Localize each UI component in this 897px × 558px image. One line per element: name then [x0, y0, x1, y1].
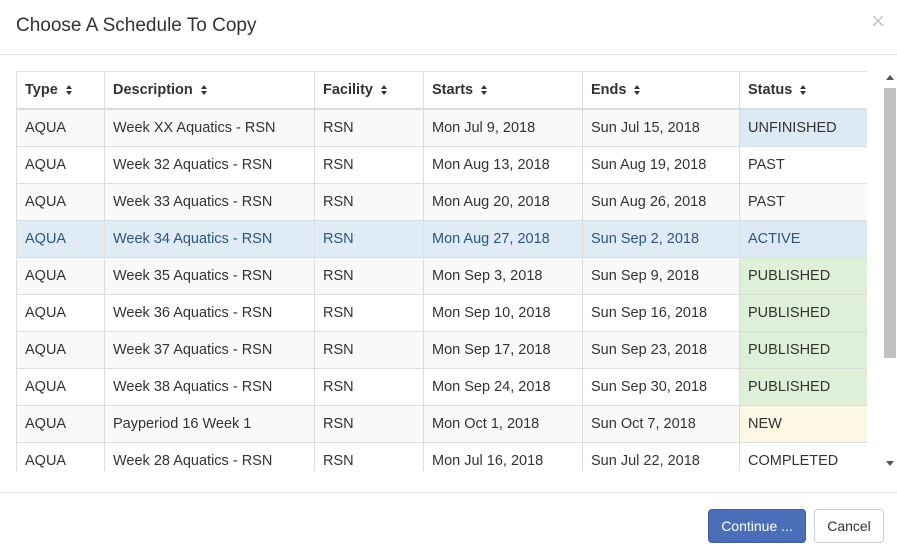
- cell-description: Payperiod 16 Week 1: [104, 405, 315, 443]
- sort-icon: [634, 85, 641, 96]
- cell-ends: Sun Sep 9, 2018: [582, 257, 740, 295]
- cell-description: Week 32 Aquatics - RSN: [104, 146, 315, 184]
- cell-description: Week 37 Aquatics - RSN: [104, 331, 315, 369]
- cell-starts: Mon Aug 13, 2018: [423, 146, 583, 184]
- sort-icon: [65, 85, 72, 96]
- cell-facility: RSN: [314, 368, 424, 406]
- table-row[interactable]: AQUA Week XX Aquatics - RSN RSN Mon Jul …: [16, 108, 867, 147]
- cell-facility: RSN: [314, 108, 424, 147]
- sort-icon: [481, 85, 488, 96]
- cell-description: Week 38 Aquatics - RSN: [104, 368, 315, 406]
- cell-facility: RSN: [314, 331, 424, 369]
- cell-starts: Mon Oct 1, 2018: [423, 405, 583, 443]
- cell-description: Week 33 Aquatics - RSN: [104, 183, 315, 221]
- table-row[interactable]: AQUA Payperiod 16 Week 1 RSN Mon Oct 1, …: [16, 405, 867, 443]
- cell-ends: Sun Sep 2, 2018: [582, 220, 740, 258]
- scroll-up-icon[interactable]: [886, 75, 894, 80]
- cell-starts: Mon Sep 17, 2018: [423, 331, 583, 369]
- sort-icon: [380, 85, 387, 96]
- cell-status: COMPLETED: [739, 442, 867, 471]
- table-row[interactable]: AQUA Week 36 Aquatics - RSN RSN Mon Sep …: [16, 294, 867, 332]
- cell-facility: RSN: [314, 442, 424, 471]
- cell-starts: Mon Sep 24, 2018: [423, 368, 583, 406]
- copy-schedule-modal: Choose A Schedule To Copy × Type Descrip…: [0, 0, 897, 558]
- cell-type: AQUA: [16, 442, 105, 471]
- cell-starts: Mon Aug 20, 2018: [423, 183, 583, 221]
- cell-starts: Mon Sep 3, 2018: [423, 257, 583, 295]
- cell-ends: Sun Jul 15, 2018: [582, 108, 740, 147]
- cell-status: PUBLISHED: [739, 331, 867, 369]
- column-header-status[interactable]: Status: [739, 71, 867, 110]
- cell-type: AQUA: [16, 257, 105, 295]
- cell-description: Week 34 Aquatics - RSN: [104, 220, 315, 258]
- scroll-down-icon[interactable]: [886, 461, 894, 466]
- cell-type: AQUA: [16, 368, 105, 406]
- cell-ends: Sun Aug 19, 2018: [582, 146, 740, 184]
- cell-type: AQUA: [16, 405, 105, 443]
- cell-description: Week 28 Aquatics - RSN: [104, 442, 315, 471]
- table-row[interactable]: AQUA Week 32 Aquatics - RSN RSN Mon Aug …: [16, 146, 867, 184]
- cell-facility: RSN: [314, 183, 424, 221]
- table-header-row: Type Description Facility Starts Ends St…: [16, 71, 867, 110]
- table-row[interactable]: AQUA Week 38 Aquatics - RSN RSN Mon Sep …: [16, 368, 867, 406]
- schedule-table: Type Description Facility Starts Ends St…: [16, 71, 867, 471]
- cell-description: Week 35 Aquatics - RSN: [104, 257, 315, 295]
- cell-description: Week 36 Aquatics - RSN: [104, 294, 315, 332]
- cell-ends: Sun Sep 30, 2018: [582, 368, 740, 406]
- column-header-ends[interactable]: Ends: [582, 71, 740, 110]
- cell-status: PAST: [739, 183, 867, 221]
- cell-status: PUBLISHED: [739, 294, 867, 332]
- cell-starts: Mon Jul 16, 2018: [423, 442, 583, 471]
- cell-status: PUBLISHED: [739, 257, 867, 295]
- cancel-button[interactable]: Cancel: [814, 509, 884, 543]
- cell-type: AQUA: [16, 331, 105, 369]
- cell-starts: Mon Sep 10, 2018: [423, 294, 583, 332]
- cell-ends: Sun Sep 16, 2018: [582, 294, 740, 332]
- column-header-facility[interactable]: Facility: [314, 71, 424, 110]
- cell-type: AQUA: [16, 220, 105, 258]
- modal-footer: Continue ... Cancel: [0, 492, 897, 558]
- column-header-type[interactable]: Type: [16, 71, 105, 110]
- modal-header: Choose A Schedule To Copy ×: [0, 0, 897, 55]
- cell-facility: RSN: [314, 257, 424, 295]
- cell-status: ACTIVE: [739, 220, 867, 258]
- continue-button[interactable]: Continue ...: [708, 509, 806, 543]
- cell-type: AQUA: [16, 108, 105, 147]
- schedule-table-container: Type Description Facility Starts Ends St…: [16, 71, 867, 471]
- column-header-starts[interactable]: Starts: [423, 71, 583, 110]
- table-row[interactable]: AQUA Week 33 Aquatics - RSN RSN Mon Aug …: [16, 183, 867, 221]
- table-scrollbar[interactable]: [882, 71, 897, 471]
- cell-status: PAST: [739, 146, 867, 184]
- table-row[interactable]: AQUA Week 37 Aquatics - RSN RSN Mon Sep …: [16, 331, 867, 369]
- cell-ends: Sun Oct 7, 2018: [582, 405, 740, 443]
- cell-facility: RSN: [314, 405, 424, 443]
- cell-starts: Mon Aug 27, 2018: [423, 220, 583, 258]
- close-icon[interactable]: ×: [871, 10, 885, 34]
- cell-type: AQUA: [16, 146, 105, 184]
- sort-icon: [800, 85, 807, 96]
- column-header-description[interactable]: Description: [104, 71, 315, 110]
- cell-ends: Sun Jul 22, 2018: [582, 442, 740, 471]
- cell-status: NEW: [739, 405, 867, 443]
- cell-status: PUBLISHED: [739, 368, 867, 406]
- modal-title: Choose A Schedule To Copy: [16, 15, 257, 36]
- sort-icon: [200, 85, 207, 96]
- table-row[interactable]: AQUA Week 28 Aquatics - RSN RSN Mon Jul …: [16, 442, 867, 471]
- cell-facility: RSN: [314, 146, 424, 184]
- table-row[interactable]: AQUA Week 35 Aquatics - RSN RSN Mon Sep …: [16, 257, 867, 295]
- cell-ends: Sun Sep 23, 2018: [582, 331, 740, 369]
- cell-status: UNFINISHED: [739, 108, 867, 147]
- cell-type: AQUA: [16, 294, 105, 332]
- cell-starts: Mon Jul 9, 2018: [423, 108, 583, 147]
- cell-ends: Sun Aug 26, 2018: [582, 183, 740, 221]
- cell-type: AQUA: [16, 183, 105, 221]
- table-row-selected[interactable]: AQUA Week 34 Aquatics - RSN RSN Mon Aug …: [16, 220, 867, 258]
- scrollbar-thumb[interactable]: [884, 88, 896, 358]
- cell-facility: RSN: [314, 220, 424, 258]
- cell-description: Week XX Aquatics - RSN: [104, 108, 315, 147]
- cell-facility: RSN: [314, 294, 424, 332]
